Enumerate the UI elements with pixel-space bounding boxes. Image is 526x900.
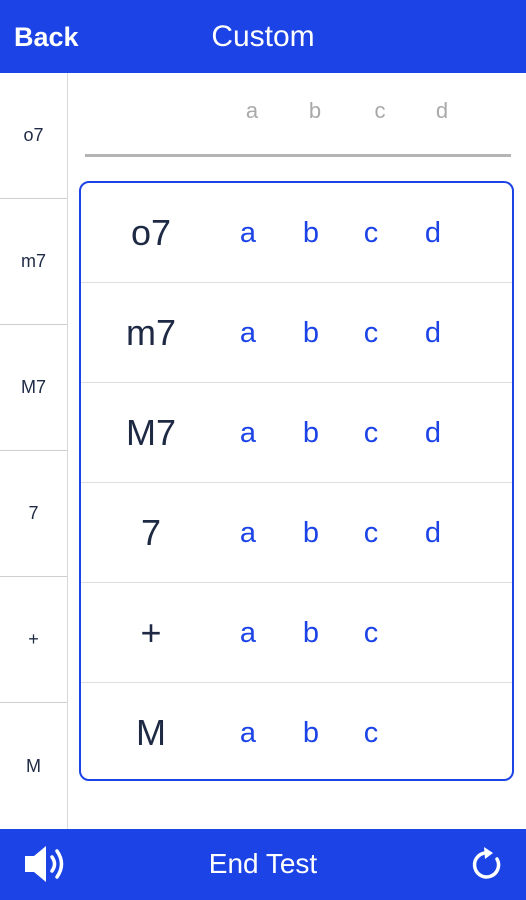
option-b[interactable]: b [291, 383, 331, 483]
page-title: Custom [211, 20, 315, 53]
top-navigation-bar: Back Custom [0, 0, 526, 73]
option-b[interactable]: b [291, 583, 331, 683]
option-a[interactable]: a [228, 583, 268, 683]
option-c[interactable]: c [351, 283, 391, 383]
header-divider [85, 154, 511, 157]
column-header-c: c [374, 98, 386, 123]
speaker-icon[interactable] [22, 841, 72, 887]
sidebar-item-M[interactable]: M [0, 703, 67, 829]
bottom-toolbar: End Test [0, 829, 526, 900]
chord-selection-table: o7 a b c d m7 a b c d M7 a b c d 7 a b c… [79, 181, 514, 781]
option-b[interactable]: b [291, 183, 331, 283]
chord-label: 7 [140, 512, 162, 553]
chord-label: + [140, 612, 162, 653]
table-row: M a b c [81, 683, 512, 779]
option-c[interactable]: c [351, 183, 391, 283]
chord-label: M [136, 712, 166, 753]
option-b[interactable]: b [291, 483, 331, 583]
option-a[interactable]: a [228, 283, 268, 383]
sidebar-item-o7[interactable]: o7 [0, 73, 67, 199]
option-c[interactable]: c [351, 683, 391, 779]
chord-label: o7 [130, 212, 172, 253]
chord-label: m7 [125, 312, 176, 353]
end-test-button[interactable]: End Test [209, 848, 317, 879]
sidebar-item-7[interactable]: 7 [0, 451, 67, 577]
option-a[interactable]: a [228, 183, 268, 283]
table-row: M7 a b c d [81, 383, 512, 483]
chord-label: M7 [125, 412, 176, 453]
sidebar-item-augmented[interactable]: + [0, 577, 67, 703]
option-a[interactable]: a [228, 383, 268, 483]
option-d[interactable]: d [413, 283, 453, 383]
option-b[interactable]: b [291, 683, 331, 779]
option-a[interactable]: a [228, 683, 268, 779]
column-header-row: a b c d [220, 98, 480, 128]
option-b[interactable]: b [291, 283, 331, 383]
option-c[interactable]: c [351, 583, 391, 683]
column-header-a: a [245, 98, 259, 123]
option-c[interactable]: c [351, 383, 391, 483]
option-a[interactable]: a [228, 483, 268, 583]
table-row: m7 a b c d [81, 283, 512, 383]
sidebar-item-m7[interactable]: m7 [0, 199, 67, 325]
table-row: 7 a b c d [81, 483, 512, 583]
end-test-container: End Test [0, 847, 526, 881]
column-header-d: d [435, 98, 449, 123]
table-row: o7 a b c d [81, 183, 512, 283]
chord-sidebar: o7 m7 M7 7 + M [0, 73, 68, 829]
refresh-icon[interactable] [466, 843, 506, 885]
table-row: + a b c [81, 583, 512, 683]
sidebar-item-M7[interactable]: M7 [0, 325, 67, 451]
option-d[interactable]: d [413, 383, 453, 483]
option-d[interactable]: d [413, 483, 453, 583]
option-d[interactable]: d [413, 183, 453, 283]
option-c[interactable]: c [351, 483, 391, 583]
column-header-b: b [308, 98, 322, 123]
